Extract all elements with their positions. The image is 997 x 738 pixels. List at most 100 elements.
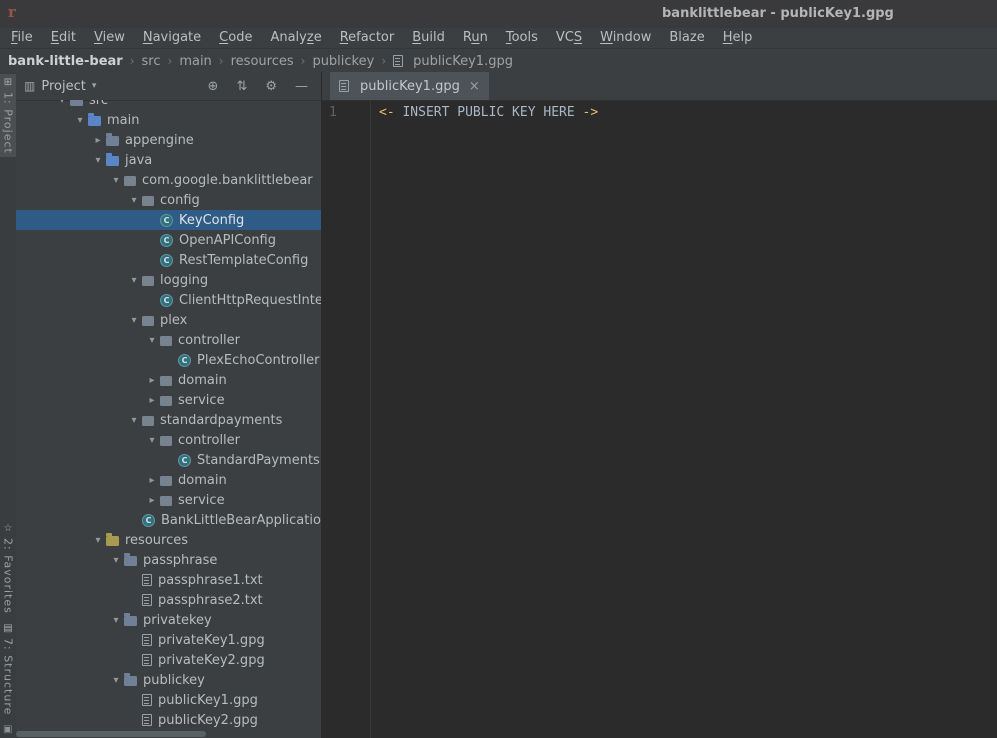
tree-item-plex[interactable]: ▾plex (16, 310, 321, 330)
tree-item-label: com.google.banklittlebear (142, 173, 313, 188)
chevron-right-icon[interactable]: ▸ (144, 395, 160, 406)
tree-item-service[interactable]: ▸service (16, 390, 321, 410)
tool-stripe-7-structure[interactable]: ▤7: Structure (0, 620, 16, 718)
menu-refactor[interactable]: Refactor (331, 28, 404, 48)
tree-item-passphrase[interactable]: ▾passphrase (16, 550, 321, 570)
menu-navigate[interactable]: Navigate (134, 28, 210, 48)
tab-publickey1-gpg[interactable]: publicKey1.gpg× (330, 72, 489, 100)
breadcrumb-item-bank-little-bear[interactable]: bank-little-bear (8, 54, 123, 69)
tree-item-domain[interactable]: ▸domain (16, 370, 321, 390)
chevron-right-icon[interactable]: ▸ (144, 375, 160, 386)
chevron-right-icon[interactable]: ▸ (144, 475, 160, 486)
tree-item-privatekey2-gpg[interactable]: privateKey2.gpg (16, 650, 321, 670)
breadcrumb-item-publickey[interactable]: publickey (312, 54, 374, 69)
horizontal-scrollbar[interactable] (16, 731, 206, 737)
tree-item-com-google-banklittlebear[interactable]: ▾ com.google.banklittlebear (16, 170, 321, 190)
chevron-down-icon[interactable]: ▾ (126, 195, 142, 206)
menu-view[interactable]: View (85, 28, 134, 48)
menu-tools[interactable]: Tools (497, 28, 547, 48)
breadcrumb-item-publickey1-gpg[interactable]: publicKey1.gpg (393, 54, 513, 69)
chevron-down-icon[interactable]: ▾ (144, 435, 160, 446)
settings-icon[interactable]: ⚙ (265, 80, 277, 93)
chevron-down-icon[interactable]: ▾ (92, 81, 97, 91)
tree-item-privatekey[interactable]: ▾privatekey (16, 610, 321, 630)
tree-item-privatekey1-gpg[interactable]: privateKey1.gpg (16, 630, 321, 650)
package-icon (160, 376, 172, 386)
tree-item-standardpayments[interactable]: ▾standardpayments (16, 410, 321, 430)
tree-item-java[interactable]: ▾java (16, 150, 321, 170)
chevron-right-icon[interactable]: ▸ (144, 495, 160, 506)
close-icon[interactable]: × (469, 79, 480, 94)
chevron-down-icon[interactable]: ▾ (108, 675, 124, 686)
editor-body[interactable]: 1 <- INSERT PUBLIC KEY HERE -> (322, 100, 997, 738)
package-icon (142, 276, 154, 286)
window-title: banklittlebear - publicKey1.gpg (662, 6, 894, 21)
chevron-down-icon[interactable]: ▾ (72, 115, 88, 126)
tree-item-logging[interactable]: ▾logging (16, 270, 321, 290)
code-content[interactable]: <- INSERT PUBLIC KEY HERE -> (379, 103, 598, 122)
tree-item-plexechocontroller[interactable]: CPlexEchoController (16, 350, 321, 370)
menu-help[interactable]: Help (714, 28, 762, 48)
breadcrumb-item-src[interactable]: src (142, 54, 161, 69)
tree-item-passphrase1-txt[interactable]: passphrase1.txt (16, 570, 321, 590)
breadcrumb-item-resources[interactable]: resources (231, 54, 294, 69)
menu-code[interactable]: Code (210, 28, 261, 48)
tree-item-domain[interactable]: ▸domain (16, 470, 321, 490)
menu-edit[interactable]: Edit (42, 28, 85, 48)
tree-item-publickey1-gpg[interactable]: publicKey1.gpg (16, 690, 321, 710)
tree-item-publickey2-gpg[interactable]: publicKey2.gpg (16, 710, 321, 730)
tree-item-publickey[interactable]: ▾publickey (16, 670, 321, 690)
tree-item-resttemplateconfig[interactable]: CRestTemplateConfig (16, 250, 321, 270)
tree-item-openapiconfig[interactable]: COpenAPIConfig (16, 230, 321, 250)
chevron-down-icon[interactable]: ▾ (90, 155, 106, 166)
tool-stripe-2-favorites[interactable]: ☆2: Favorites (0, 520, 16, 617)
menu-run[interactable]: Run (454, 28, 497, 48)
tree-item-src[interactable]: ▾src (16, 100, 321, 110)
menu-vcs[interactable]: VCS (547, 28, 591, 48)
locate-icon[interactable]: ⊕ (208, 80, 219, 93)
chevron-down-icon[interactable]: ▾ (144, 335, 160, 346)
chevron-down-icon[interactable]: ▾ (126, 415, 142, 426)
menu-blaze[interactable]: Blaze (660, 28, 713, 48)
tree-item-appengine[interactable]: ▸appengine (16, 130, 321, 150)
chevron-right-icon[interactable]: ▸ (90, 135, 106, 146)
project-panel-title[interactable]: Project (41, 79, 85, 94)
editor-area: publicKey1.gpg× 1 <- INSERT PUBLIC KEY H… (322, 72, 997, 738)
tree-item-controller[interactable]: ▾controller (16, 430, 321, 450)
menu-window[interactable]: Window (591, 28, 660, 48)
package-icon (160, 396, 172, 406)
chevron-down-icon[interactable]: ▾ (126, 315, 142, 326)
chevron-down-icon[interactable]: ▾ (54, 100, 70, 106)
class-icon: C (178, 454, 191, 467)
menu-analyze[interactable]: Analyze (261, 28, 330, 48)
tree-item-clienthttprequestinterceptor[interactable]: CClientHttpRequestInterceptor (16, 290, 321, 310)
folder-icon (106, 136, 119, 146)
tree-item-config[interactable]: ▾config (16, 190, 321, 210)
tree-item-banklittlebearapplication[interactable]: CBankLittleBearApplication (16, 510, 321, 530)
structure-icon: ▤ (3, 623, 12, 634)
editor-gutter: 1 (322, 100, 371, 738)
tree-item-controller[interactable]: ▾controller (16, 330, 321, 350)
collapse-all-icon[interactable]: ⇅ (236, 80, 247, 93)
tree-item-label: StandardPaymentsEchoController (197, 453, 321, 468)
tree-item-passphrase2-txt[interactable]: passphrase2.txt (16, 590, 321, 610)
tree-item-service[interactable]: ▸service (16, 490, 321, 510)
menu-build[interactable]: Build (403, 28, 454, 48)
tool-stripe-1-project[interactable]: ⊞1: Project (0, 74, 16, 157)
chevron-down-icon[interactable]: ▾ (108, 175, 124, 186)
chevron-down-icon[interactable]: ▾ (90, 535, 106, 546)
chevron-down-icon[interactable]: ▾ (108, 615, 124, 626)
breadcrumb-item-main[interactable]: main (179, 54, 211, 69)
chevron-down-icon[interactable]: ▾ (108, 555, 124, 566)
chevron-down-icon[interactable]: ▾ (126, 275, 142, 286)
file-icon (142, 634, 152, 646)
tree-item-keyconfig[interactable]: CKeyConfig (16, 210, 321, 230)
tree-item-main[interactable]: ▾main (16, 110, 321, 130)
editor-tab-bar: publicKey1.gpg× (322, 72, 997, 101)
tree-item-standardpaymentsechocontroller[interactable]: C StandardPaymentsEchoController (16, 450, 321, 470)
hide-icon[interactable]: — (295, 80, 308, 93)
toolwindow-toggle-icon[interactable]: ▣ (3, 724, 12, 735)
tree-item-label: ClientHttpRequestInterceptor (179, 293, 321, 308)
tree-item-resources[interactable]: ▾resources (16, 530, 321, 550)
menu-file[interactable]: File (2, 28, 42, 48)
